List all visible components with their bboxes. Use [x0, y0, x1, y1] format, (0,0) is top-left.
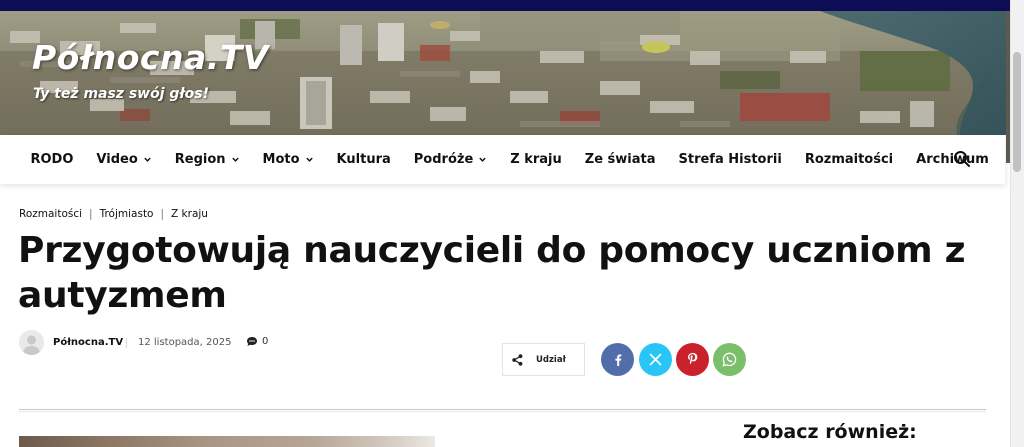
- x-icon: [649, 353, 662, 366]
- nav-item-label: Z kraju: [510, 152, 562, 167]
- nav-item-podroze[interactable]: Podróże: [402, 135, 499, 184]
- nav-item-rodo[interactable]: RODO: [19, 135, 85, 184]
- chevron-down-icon: [479, 157, 486, 162]
- site-logo-title[interactable]: Północna.TV: [32, 41, 269, 74]
- share-icon: [512, 353, 523, 366]
- nav-item-ze-swiata[interactable]: Ze świata: [573, 135, 667, 184]
- content-divider-secondary: [19, 411, 986, 412]
- breadcrumb-separator: |: [160, 208, 165, 220]
- whatsapp-share-button[interactable]: [713, 343, 746, 376]
- meta-separator: [126, 338, 127, 348]
- nav-item-strefa-historii[interactable]: Strefa Historii: [667, 135, 793, 184]
- user-avatar-icon: [19, 330, 44, 355]
- pinterest-icon: [688, 353, 698, 365]
- facebook-share-button[interactable]: [601, 343, 634, 376]
- comment-icon: [247, 337, 257, 346]
- page-scrollbar[interactable]: [1010, 0, 1024, 447]
- author-name[interactable]: Północna.TV: [53, 337, 123, 348]
- header-banner[interactable]: Północna.TV Ty też masz swój głos!: [0, 11, 1010, 135]
- share-button[interactable]: Udział: [502, 343, 585, 376]
- nav-item-video[interactable]: Video: [85, 135, 163, 184]
- nav-item-label: Kultura: [336, 152, 391, 167]
- facebook-icon: [614, 354, 621, 366]
- breadcrumb-item[interactable]: Rozmaitości: [19, 208, 82, 220]
- breadcrumb-item[interactable]: Z kraju: [171, 208, 208, 220]
- nav-item-label: Ze świata: [584, 152, 656, 167]
- share-label: Udział: [536, 354, 566, 365]
- sidebar-heading: Zobacz również:: [743, 421, 917, 443]
- breadcrumb: Rozmaitości | Trójmiasto | Z kraju: [19, 208, 208, 220]
- nav-item-label: Rozmaitości: [804, 152, 894, 167]
- nav-item-label: Region: [174, 152, 226, 167]
- content-divider: [19, 409, 986, 410]
- top-strip: [0, 0, 1010, 11]
- comments-link[interactable]: 0: [246, 336, 268, 347]
- breadcrumb-item[interactable]: Trójmiasto: [100, 208, 154, 220]
- chevron-down-icon: [231, 157, 239, 162]
- publish-date: 12 listopada, 2025: [138, 337, 232, 348]
- comments-count: 0: [262, 336, 269, 347]
- nav-item-region[interactable]: Region: [163, 135, 251, 184]
- nav-item-moto[interactable]: Moto: [251, 135, 325, 184]
- article-title: Przygotowują nauczycieli do pomocy uczni…: [18, 230, 966, 316]
- nav-item-label: Podróże: [413, 152, 474, 167]
- breadcrumb-separator: |: [89, 208, 93, 220]
- scrollbar-thumb[interactable]: [1013, 52, 1021, 172]
- avatar[interactable]: [19, 330, 44, 355]
- chevron-down-icon: [144, 157, 151, 162]
- chevron-down-icon: [305, 157, 313, 162]
- search-icon: [954, 151, 970, 167]
- pinterest-share-button[interactable]: [676, 343, 709, 376]
- nav-item-z-kraju[interactable]: Z kraju: [499, 135, 574, 184]
- page: Północna.TV Ty też masz swój głos! RODO …: [0, 0, 1024, 447]
- whatsapp-icon: [722, 352, 737, 367]
- nav-item-label: Strefa Historii: [678, 152, 782, 167]
- nav-list: RODO Video Region Moto Kultura Podróże Z…: [19, 135, 1000, 184]
- nav-item-rozmaitosci[interactable]: Rozmaitości: [793, 135, 904, 184]
- search-button[interactable]: [950, 147, 974, 171]
- x-share-button[interactable]: [639, 343, 672, 376]
- nav-item-label: Video: [96, 152, 138, 167]
- main-navigation: RODO Video Region Moto Kultura Podróże Z…: [0, 135, 1005, 184]
- article-featured-image: [19, 436, 435, 447]
- site-tagline: Ty też masz swój głos!: [33, 86, 209, 102]
- nav-item-label: RODO: [30, 152, 74, 167]
- nav-item-label: Moto: [262, 152, 300, 167]
- nav-item-kultura[interactable]: Kultura: [325, 135, 402, 184]
